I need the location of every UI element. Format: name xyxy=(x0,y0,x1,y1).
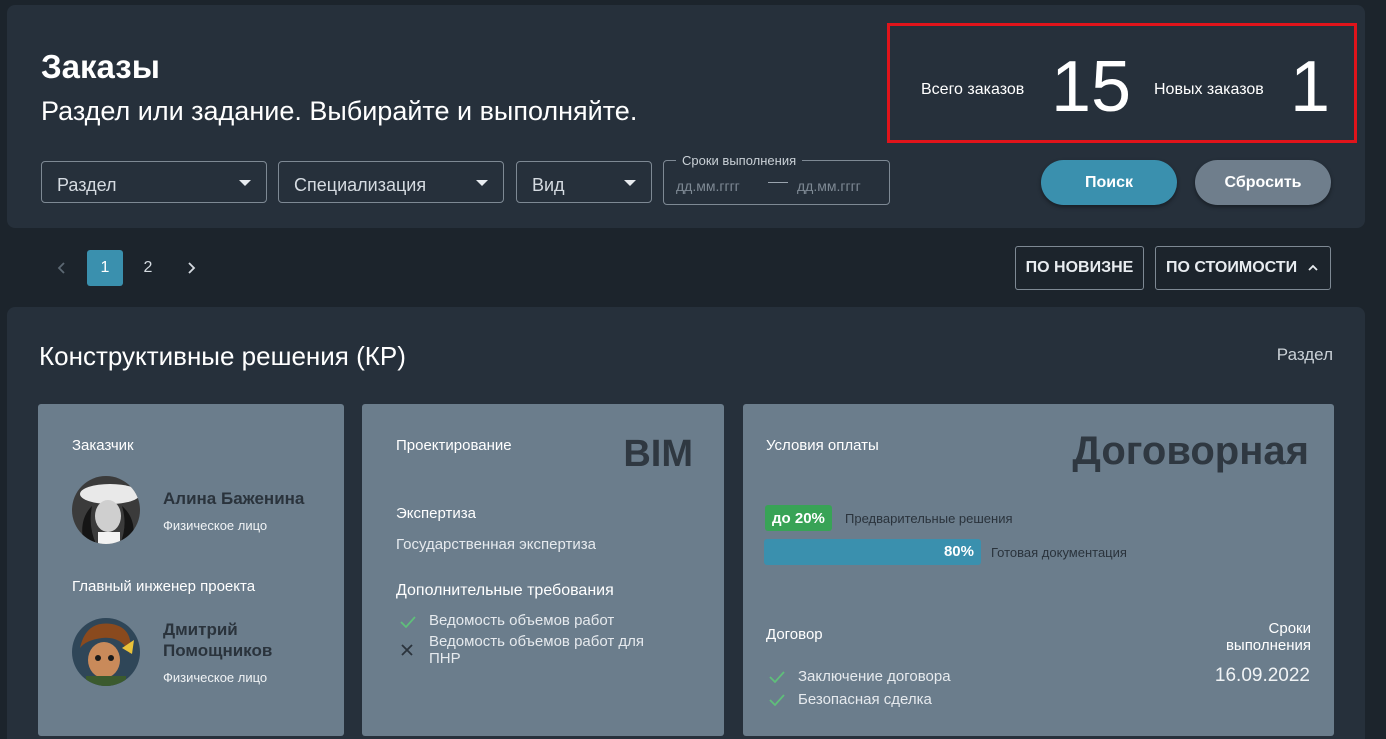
sort-by-price-label: ПО СТОИМОСТИ xyxy=(1166,259,1298,276)
kind-select-label: Вид xyxy=(532,175,565,195)
payment-value: Договорная xyxy=(1072,429,1309,473)
order-title[interactable]: Конструктивные решения (КР) xyxy=(39,341,406,372)
customer-avatar[interactable] xyxy=(72,476,140,544)
cross-icon xyxy=(401,644,413,656)
new-orders-label: Новых заказов xyxy=(1154,81,1264,98)
sort-by-price-button[interactable]: ПО СТОИМОСТИ xyxy=(1155,246,1331,290)
contract-item: Безопасная сделка xyxy=(798,691,932,708)
page-button-1[interactable]: 1 xyxy=(87,250,123,286)
chevron-down-icon xyxy=(624,180,636,186)
prepay-note: Предварительные решения xyxy=(845,511,1013,526)
check-icon xyxy=(769,671,785,684)
search-button[interactable]: Поиск xyxy=(1041,160,1177,205)
design-value: BIM xyxy=(623,433,693,475)
sort-by-newest-button[interactable]: ПО НОВИЗНЕ xyxy=(1015,246,1144,290)
customer-name[interactable]: Алина Баженина xyxy=(163,488,304,509)
check-icon xyxy=(769,694,785,707)
requirements-label: Дополнительные требования xyxy=(396,582,614,599)
check-icon xyxy=(400,616,416,629)
chevron-down-icon xyxy=(239,180,251,186)
deadline-value: 16.09.2022 xyxy=(1214,665,1310,686)
prepay-badge: до 20% xyxy=(765,505,832,531)
section-select[interactable]: Раздел xyxy=(41,161,267,203)
sort-by-newest-label: ПО НОВИЗНЕ xyxy=(1025,259,1134,276)
order-type-label: Раздел xyxy=(1276,345,1333,364)
section-select-label: Раздел xyxy=(57,175,117,195)
reset-button[interactable]: Сбросить xyxy=(1195,160,1331,205)
page-title: Заказы xyxy=(41,48,160,85)
chief-engineer-role: Физическое лицо xyxy=(163,670,268,685)
progress-note: Готовая документация xyxy=(991,545,1127,560)
payment-progress-bar: 80% xyxy=(764,539,981,565)
payment-label: Условия оплаты xyxy=(766,437,879,454)
deadline-date-range: Сроки выполнения дд.мм.гггг дд.мм.гггг xyxy=(663,153,890,205)
customer-label: Заказчик xyxy=(72,437,134,454)
date-to-input[interactable]: дд.мм.гггг xyxy=(797,178,861,194)
total-orders-label: Всего заказов xyxy=(921,81,1025,98)
kind-select[interactable]: Вид xyxy=(516,161,652,203)
requirement-item: Ведомость объемов работ для ПНР xyxy=(429,633,645,667)
expertise-value: Государственная экспертиза xyxy=(396,536,596,553)
chief-engineer-label: Главный инженер проекта xyxy=(72,578,256,595)
deadline-legend: Сроки выполнения xyxy=(676,153,803,168)
date-from-input[interactable]: дд.мм.гггг xyxy=(676,178,740,194)
chevron-right-icon[interactable] xyxy=(183,259,199,277)
payment-progress-label: 80% xyxy=(943,543,974,560)
chevron-up-icon xyxy=(1308,264,1318,271)
chevron-down-icon xyxy=(476,180,488,186)
contract-item: Заключение договора xyxy=(798,668,951,685)
chevron-left-icon[interactable] xyxy=(54,259,70,277)
total-orders-count: 15 xyxy=(1051,47,1132,127)
chief-engineer-avatar[interactable] xyxy=(72,618,140,686)
customer-role: Физическое лицо xyxy=(163,518,268,533)
specialization-select-label: Специализация xyxy=(294,175,427,195)
page-button-2[interactable]: 2 xyxy=(130,250,166,286)
specialization-select[interactable]: Специализация xyxy=(278,161,504,203)
page-subtitle: Раздел или задание. Выбирайте и выполняй… xyxy=(41,96,638,126)
date-range-separator xyxy=(768,182,788,183)
design-label: Проектирование xyxy=(396,437,512,454)
new-orders-count: 1 xyxy=(1290,47,1331,127)
deadline-label: Сроки выполнения xyxy=(1225,620,1311,654)
chief-engineer-name[interactable]: Дмитрий Помощников xyxy=(163,619,272,662)
expertise-label: Экспертиза xyxy=(396,505,476,522)
contract-label: Договор xyxy=(766,626,823,643)
requirement-item: Ведомость объемов работ xyxy=(429,612,615,629)
